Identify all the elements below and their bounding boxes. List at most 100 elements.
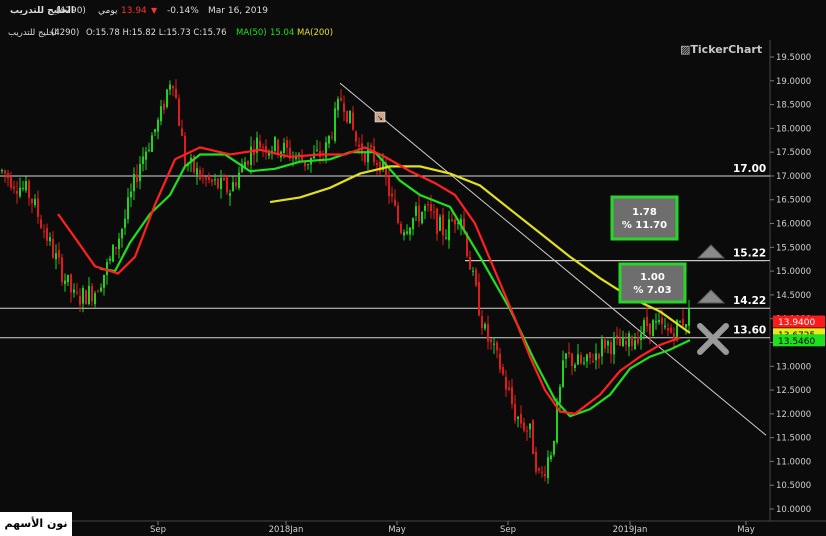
candle-body (409, 227, 411, 235)
candle-body (370, 145, 372, 148)
candle-body (37, 198, 39, 217)
candle-body (19, 187, 21, 197)
y-tick-label: 12.5000 (776, 386, 811, 396)
candle-body (109, 258, 111, 261)
y-tick-label: 17.0000 (776, 172, 811, 182)
gain-box (610, 195, 679, 241)
y-tick-label: 19.0000 (776, 77, 811, 87)
candle-body (58, 250, 60, 258)
candle-body (418, 205, 420, 222)
candle-body (679, 321, 681, 323)
candle-body (376, 162, 378, 166)
candle-body (340, 97, 342, 101)
candle-body (664, 325, 666, 328)
candle-body (124, 218, 126, 228)
candle-body (481, 316, 483, 329)
y-tick-label: 16.0000 (776, 220, 811, 230)
candle-body (445, 237, 447, 239)
candle-body (55, 253, 57, 260)
candle-body (76, 292, 78, 294)
candle-body (502, 367, 504, 375)
candle-body (49, 237, 51, 242)
candle-body (658, 320, 660, 323)
candle-body (334, 108, 336, 141)
price-chart[interactable]: 19.5000 19.0000 18.5000 18.0000 17.5000 17.00… (0, 0, 826, 536)
candle-body (79, 295, 81, 305)
candle-body (649, 323, 651, 335)
candle-body (391, 193, 393, 197)
candle-body (1, 169, 3, 172)
candle-body (517, 416, 519, 420)
candle-body (619, 338, 621, 346)
candle-body (259, 141, 261, 148)
candle-body (550, 455, 552, 460)
candle-body (613, 337, 615, 355)
candle-body (562, 360, 564, 387)
candle-body (214, 179, 216, 181)
candle-body (553, 440, 555, 455)
level-label: 14.22 (733, 295, 766, 307)
price-tag-label: 13.9400 (778, 318, 815, 328)
candle-body (595, 353, 597, 361)
candle-body (202, 176, 204, 178)
candle-body (388, 176, 390, 197)
x-tick-label: 2018Jan (269, 525, 304, 535)
candle-body (628, 333, 630, 347)
candle-body (136, 174, 138, 183)
candle-body (328, 135, 330, 144)
candle-body (661, 317, 663, 325)
candle-body (283, 142, 285, 153)
candles (1, 79, 690, 484)
candle-body (196, 168, 198, 175)
candle-body (145, 151, 147, 160)
candle-body (301, 156, 303, 161)
candle-body (10, 177, 12, 188)
candle-body (415, 206, 417, 216)
candle-body (178, 98, 180, 126)
candle-body (403, 232, 405, 236)
candle-body (451, 219, 453, 222)
candle-body (424, 205, 426, 211)
candle-body (397, 205, 399, 223)
candle-body (139, 163, 141, 182)
candle-body (127, 197, 129, 220)
candle-body (532, 420, 534, 455)
candle-body (448, 219, 450, 241)
candle-body (211, 179, 213, 182)
candle-body (577, 354, 579, 365)
candle-body (490, 339, 492, 343)
candle-body (115, 247, 117, 249)
candle-body (157, 119, 159, 132)
candle-body (343, 103, 345, 113)
candle-body (247, 161, 249, 165)
candle-body (52, 238, 54, 258)
candle-body (217, 178, 219, 189)
candle-body (541, 471, 543, 473)
candle-body (205, 177, 207, 180)
candle-body (433, 211, 435, 213)
candle-body (232, 182, 234, 192)
y-tick-label: 19.5000 (776, 53, 811, 63)
candle-body (112, 244, 114, 262)
candle-body (358, 144, 360, 147)
candle-body (100, 287, 102, 292)
candle-body (337, 98, 339, 111)
stop-loss-x-icon (697, 323, 729, 355)
candle-body (16, 191, 18, 194)
candle-body (598, 353, 600, 359)
candle-body (478, 282, 480, 316)
candle-body (70, 274, 72, 293)
candle-body (379, 161, 381, 173)
candle-body (31, 198, 33, 204)
candle-body (430, 204, 432, 211)
x-tick-label: Sep (500, 525, 516, 535)
candle-body (166, 89, 168, 108)
candle-body (514, 403, 516, 421)
x-tick-label: May (388, 525, 406, 535)
trendline-handle-icon: ↘ (377, 114, 383, 122)
y-tick-label: 12.0000 (776, 410, 811, 420)
candle-body (352, 112, 354, 130)
candle-body (472, 270, 474, 272)
candle-body (631, 336, 633, 346)
candle-body (250, 146, 252, 166)
